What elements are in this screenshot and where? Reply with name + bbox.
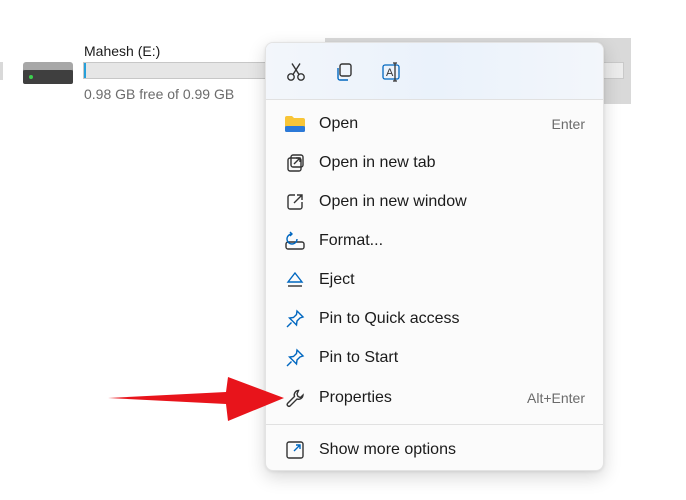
- menu-item-show-more-options[interactable]: Show more options: [266, 431, 603, 469]
- menu-item-eject[interactable]: Eject: [266, 261, 603, 299]
- drive-capacity-bar: [83, 62, 283, 79]
- menu-item-shortcut: Enter: [551, 116, 585, 132]
- menu-item-label: Properties: [319, 389, 392, 406]
- new-window-icon: [283, 190, 307, 214]
- menu-item-label: Show more options: [319, 441, 456, 458]
- pin-icon: [283, 346, 307, 370]
- menu-item-pin-start[interactable]: Pin to Start: [266, 339, 603, 377]
- cut-icon: [287, 63, 305, 81]
- format-icon: [283, 229, 307, 253]
- more-options-icon: [283, 438, 307, 462]
- new-tab-icon: [283, 151, 307, 175]
- drive-capacity-fill: [84, 63, 86, 78]
- pin-icon: [283, 307, 307, 331]
- menu-item-label: Open in new tab: [319, 154, 436, 171]
- folder-icon: [283, 112, 307, 136]
- menu-item-open-new-tab[interactable]: Open in new tab: [266, 144, 603, 182]
- menu-item-format[interactable]: Format...: [266, 222, 603, 260]
- drive-icon: [23, 62, 73, 84]
- drive-name[interactable]: Mahesh (E:): [84, 43, 160, 59]
- menu-item-label: Pin to Quick access: [319, 310, 460, 327]
- context-menu: A Open Enter Open in new tab Open in new…: [265, 42, 604, 471]
- drive-free-space: 0.98 GB free of 0.99 GB: [84, 86, 235, 102]
- annotation-arrow-icon: [108, 377, 284, 421]
- menu-item-open[interactable]: Open Enter: [266, 105, 603, 143]
- svg-text:A: A: [386, 67, 394, 79]
- drive-tile-edge: [0, 62, 3, 80]
- eject-icon: [283, 268, 307, 292]
- wrench-icon: [283, 386, 307, 410]
- menu-item-shortcut: Alt+Enter: [527, 390, 585, 406]
- rename-icon: A: [382, 62, 400, 82]
- cut-button[interactable]: [283, 59, 309, 85]
- menu-item-label: Eject: [319, 271, 355, 288]
- menu-item-open-new-window[interactable]: Open in new window: [266, 183, 603, 221]
- menu-divider-bottom: [266, 424, 603, 425]
- copy-button[interactable]: [331, 59, 357, 85]
- copy-icon: [337, 63, 352, 81]
- menu-divider-top: [266, 99, 603, 100]
- menu-item-label: Format...: [319, 232, 384, 249]
- menu-item-label: Open: [319, 115, 359, 132]
- menu-item-properties[interactable]: Properties Alt+Enter: [266, 379, 603, 417]
- menu-item-pin-quick-access[interactable]: Pin to Quick access: [266, 300, 603, 338]
- menu-item-label: Pin to Start: [319, 349, 399, 366]
- rename-button[interactable]: A: [380, 59, 406, 85]
- menu-item-label: Open in new window: [319, 193, 467, 210]
- quick-actions-bar: A: [266, 43, 603, 99]
